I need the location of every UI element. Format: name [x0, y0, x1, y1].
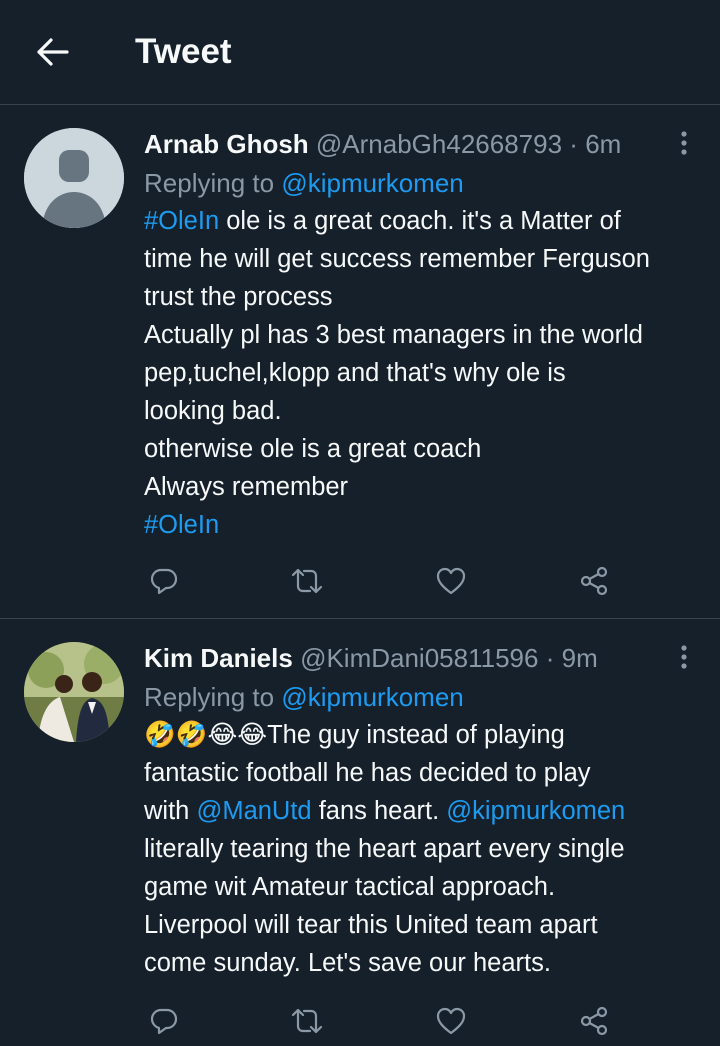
text-line: trust the process: [144, 283, 333, 311]
mention-link[interactable]: @kipmurkomen: [281, 168, 463, 198]
mention-link[interactable]: @kipmurkomen: [446, 797, 625, 825]
text-line: pep,tuchel,klopp and that's why ole is: [144, 359, 566, 387]
display-name[interactable]: Kim Daniels: [144, 643, 293, 673]
timestamp[interactable]: 6m: [585, 129, 621, 159]
replying-to: Replying to @kipmurkomen: [144, 166, 700, 200]
hashtag-link[interactable]: #OleIn: [144, 207, 219, 235]
like-icon[interactable]: [431, 1001, 471, 1041]
tweet[interactable]: Arnab Ghosh @ArnabGh42668793 · 6m Replyi…: [0, 105, 720, 619]
text-line: ole is a great coach. it's a Matter of: [219, 207, 621, 235]
text-line: looking bad.: [144, 397, 282, 425]
text-line: come sunday. Let's save our hearts.: [144, 949, 551, 977]
emoji-group: 🤣🤣😂😂: [144, 720, 268, 750]
top-bar: Tweet: [0, 0, 720, 105]
hashtag-link[interactable]: #OleIn: [144, 511, 219, 539]
share-icon[interactable]: [574, 1001, 614, 1041]
tweet-meta: Kim Daniels @KimDani05811596 · 9m: [144, 642, 700, 674]
default-avatar-icon: [24, 128, 124, 228]
text-line: time he will get success remember Fergus…: [144, 245, 650, 273]
text-line: otherwise ole is a great coach: [144, 435, 482, 463]
display-name[interactable]: Arnab Ghosh: [144, 129, 309, 159]
reply-icon[interactable]: [144, 561, 184, 601]
mention-link[interactable]: @kipmurkomen: [281, 682, 463, 712]
mention-link[interactable]: @ManUtd: [196, 797, 311, 825]
avatar[interactable]: [24, 642, 124, 742]
text-line: with: [144, 797, 197, 825]
page-title: Tweet: [135, 32, 232, 71]
tweet-meta: Arnab Ghosh @ArnabGh42668793 · 6m: [144, 128, 700, 160]
replying-label: Replying to: [144, 682, 282, 712]
text-line: The guy instead of playing: [267, 721, 565, 749]
separator-dot: ·: [569, 129, 578, 159]
more-icon[interactable]: [674, 642, 694, 672]
tweet[interactable]: Kim Daniels @KimDani05811596 · 9m Replyi…: [0, 619, 720, 1046]
tweet-actions: [144, 561, 614, 601]
user-handle[interactable]: @ArnabGh42668793: [316, 129, 562, 159]
more-icon[interactable]: [674, 128, 694, 158]
text-line: literally tearing the heart apart every …: [144, 835, 625, 863]
text-line: fantastic football he has decided to pla…: [144, 759, 591, 787]
tweet-actions: [144, 1001, 614, 1041]
separator-dot: ·: [545, 643, 555, 673]
text-line: Liverpool will tear this United team apa…: [144, 911, 598, 939]
text-line: Always remember: [144, 473, 349, 501]
back-arrow-icon[interactable]: [33, 32, 73, 72]
replying-label: Replying to: [144, 168, 282, 198]
retweet-icon[interactable]: [287, 1001, 327, 1041]
tweet-text: 🤣🤣😂😂The guy instead of playing fantastic…: [144, 716, 700, 982]
text-line: Actually pl has 3 best managers in the w…: [144, 321, 643, 349]
photo-avatar-icon: [24, 642, 124, 742]
timestamp[interactable]: 9m: [562, 643, 598, 673]
replying-to: Replying to @kipmurkomen: [144, 680, 700, 714]
user-handle[interactable]: @KimDani05811596: [300, 643, 538, 673]
tweet-text: #OleIn ole is a great coach. it's a Matt…: [144, 202, 700, 544]
like-icon[interactable]: [431, 561, 471, 601]
share-icon[interactable]: [574, 561, 614, 601]
avatar[interactable]: [24, 128, 124, 228]
reply-icon[interactable]: [144, 1001, 184, 1041]
text-line: fans heart.: [311, 797, 447, 825]
text-line: game wit Amateur tactical approach.: [144, 873, 556, 901]
retweet-icon[interactable]: [287, 561, 327, 601]
